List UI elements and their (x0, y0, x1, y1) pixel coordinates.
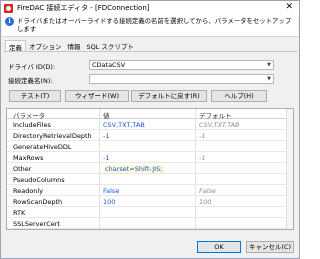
column-header-default[interactable]: デフォルト (199, 110, 232, 120)
info-icon: i (5, 17, 14, 26)
param-name: GenerateHiveDDL (13, 143, 72, 151)
tab-divider (3, 51, 297, 52)
param-name: RTK (13, 209, 26, 217)
title-bar[interactable]: FireDAC 接続エディタ - [FDConnection] ✕ (1, 1, 299, 15)
table-row[interactable]: RowScanDepth 100 100 (7, 197, 293, 207)
firedac-app-icon (4, 3, 13, 13)
grid-scrollbar[interactable] (286, 109, 293, 229)
info-banner: i ドライバまたはオーバーライドする接続定義の名前を選択してから、パラメータをセ… (2, 15, 298, 37)
driver-id-label: ドライバ ID(D): (8, 63, 56, 71)
column-header-parameter[interactable]: パラメータ (13, 110, 45, 120)
driver-id-combo[interactable]: CDataCSV ▼ (89, 60, 274, 70)
param-name: DirectoryRetrievalDepth (13, 132, 92, 140)
tab-info[interactable]: 情報 (65, 40, 84, 51)
tab-definition[interactable]: 定義 (5, 40, 26, 52)
table-row[interactable]: DirectoryRetrievalDepth -1 -1 (7, 131, 293, 141)
param-value[interactable]: -1 (103, 132, 109, 140)
param-name: Other (13, 165, 32, 173)
tab-bar: 定義 オプション 情報 SQL スクリプト (5, 40, 137, 52)
param-default: 100 (199, 198, 212, 206)
chevron-down-icon[interactable]: ▼ (267, 61, 271, 69)
param-default: -1 (199, 132, 206, 140)
param-default: False (199, 187, 216, 195)
param-name: RowScanDepth (13, 198, 63, 206)
ok-button[interactable]: OK (197, 241, 241, 253)
revert-defaults-button[interactable]: デフォルトに戻す(R) (131, 90, 207, 102)
grid-header: パラメータ 値 デフォルト (7, 109, 293, 120)
test-button[interactable]: テスト(T) (9, 90, 61, 102)
column-header-value[interactable]: 値 (103, 110, 110, 120)
connection-editor-window: FireDAC 接続エディタ - [FDConnection] ✕ i ドライバ… (0, 0, 300, 259)
parameter-grid[interactable]: パラメータ 値 デフォルト IncludeFiles CSV,TXT,TAB C… (6, 108, 294, 230)
param-name: MaxRows (13, 154, 44, 162)
tab-sql-script[interactable]: SQL スクリプト (84, 40, 137, 51)
window-title: FireDAC 接続エディタ - [FDConnection] (17, 4, 150, 12)
table-row[interactable]: MaxRows -1 -1 (7, 153, 293, 163)
param-value[interactable]: 100 (103, 198, 115, 206)
param-value[interactable]: -1 (103, 154, 109, 162)
table-row[interactable]: PseudoColumns (7, 175, 293, 185)
close-icon[interactable]: ✕ (285, 2, 293, 12)
param-value[interactable]: charset=Shift-JIS; (103, 165, 165, 173)
param-name: IncludeFiles (13, 121, 51, 129)
param-default: -1 (199, 154, 206, 162)
param-value[interactable]: False (103, 187, 119, 195)
table-row[interactable]: IncludeFiles CSV,TXT,TAB CSV,TXT,TAB (7, 120, 293, 130)
wizard-button[interactable]: ウィザード(W) (65, 90, 129, 102)
banner-text: ドライバまたはオーバーライドする接続定義の名前を選択してから、パラメータをセット… (17, 17, 292, 33)
cancel-button[interactable]: キャンセル(C) (246, 241, 294, 253)
connection-def-combo[interactable]: ▼ (89, 74, 274, 84)
table-row[interactable]: SSLServerCert (7, 219, 293, 229)
help-button[interactable]: ヘルプ(H) (211, 90, 267, 102)
table-row[interactable]: RTK (7, 208, 293, 218)
param-name: Readonly (13, 187, 44, 195)
tab-options[interactable]: オプション (26, 40, 65, 51)
param-name: PseudoColumns (13, 176, 65, 184)
connection-def-label: 接続定義名(N): (8, 77, 53, 85)
param-value[interactable]: CSV,TXT,TAB (103, 121, 145, 129)
chevron-down-icon[interactable]: ▼ (267, 75, 271, 83)
table-row[interactable]: GenerateHiveDDL (7, 142, 293, 152)
driver-id-value: CDataCSV (92, 61, 126, 69)
param-default: CSV,TXT,TAB (199, 121, 240, 129)
param-name: SSLServerCert (13, 220, 60, 228)
table-row[interactable]: Other charset=Shift-JIS; (7, 164, 293, 174)
table-row[interactable]: Readonly False False (7, 186, 293, 196)
